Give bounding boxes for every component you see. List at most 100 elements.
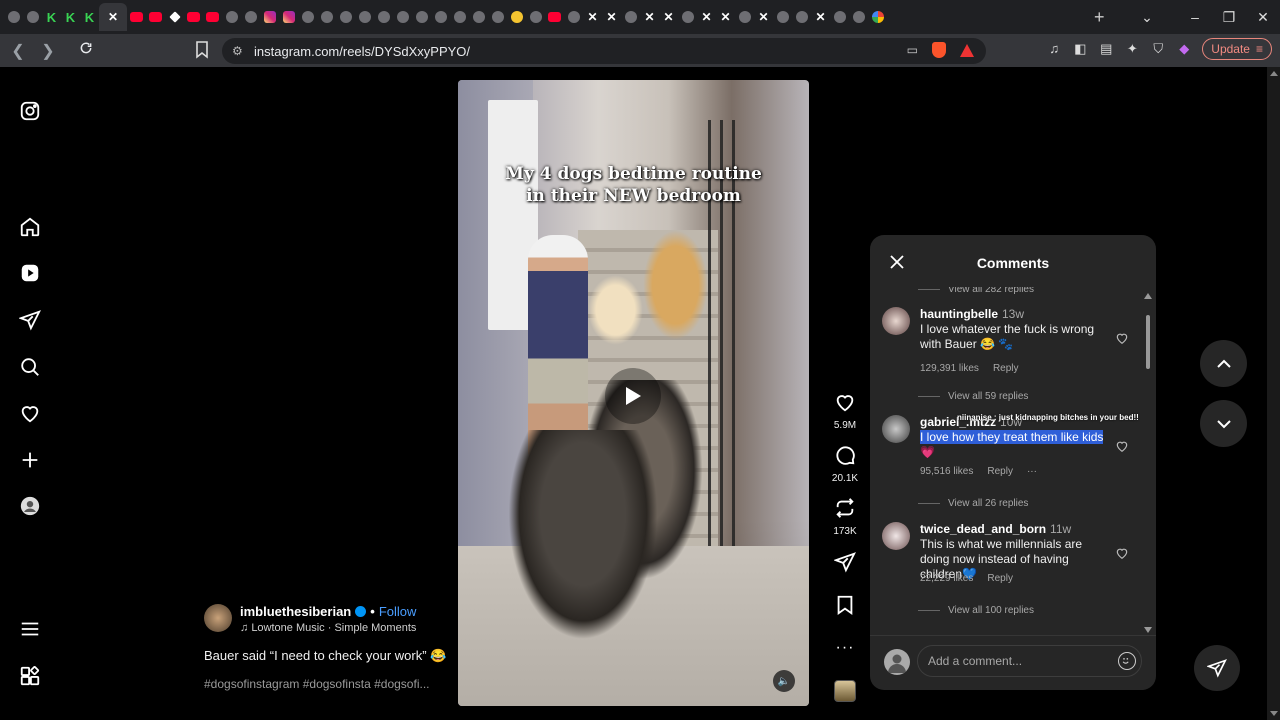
browser-tab[interactable] [773, 3, 792, 31]
browser-tab[interactable] [127, 3, 146, 31]
browser-tab[interactable] [23, 3, 42, 31]
view-replies-link[interactable]: View all 26 replies [918, 498, 1028, 509]
browser-tab[interactable]: K [80, 3, 99, 31]
direct-messages-fab[interactable] [1194, 645, 1240, 691]
comment-likes[interactable]: 129,391 likes [920, 363, 979, 374]
play-button[interactable] [605, 368, 661, 424]
back-button[interactable]: ❮ [6, 41, 30, 61]
browser-tab[interactable] [849, 3, 868, 31]
save-button[interactable] [826, 594, 864, 621]
tab-search-chevron-icon[interactable]: ⌄ [1130, 9, 1164, 26]
browser-tab[interactable] [146, 3, 165, 31]
browser-tab[interactable] [412, 3, 431, 31]
browser-tab[interactable]: ✕ [583, 3, 602, 31]
browser-tab[interactable]: ✕ [640, 3, 659, 31]
brave-shields-icon[interactable] [932, 42, 946, 58]
music-info[interactable]: ♫ Lowtone Music · Simple Moments [240, 622, 416, 634]
forward-button[interactable]: ❯ [36, 41, 60, 61]
scroll-down-arrow-icon[interactable] [1144, 627, 1152, 633]
next-reel-button[interactable] [1200, 400, 1247, 447]
browser-tab[interactable]: ✕ [697, 3, 716, 31]
share-button[interactable] [826, 551, 864, 578]
browser-tab[interactable] [317, 3, 336, 31]
wallet-icon[interactable]: ▤ [1098, 41, 1114, 57]
minimize-button[interactable]: – [1178, 9, 1212, 25]
search-icon[interactable] [18, 355, 42, 379]
reels-icon[interactable] [18, 261, 42, 285]
site-settings-icon[interactable]: ⚙ [232, 44, 250, 58]
author-avatar[interactable] [204, 604, 232, 632]
browser-tab[interactable] [336, 3, 355, 31]
browser-tab[interactable] [450, 3, 469, 31]
messages-icon[interactable] [18, 308, 42, 332]
comment-avatar[interactable] [882, 307, 910, 335]
comment-button[interactable]: 20.1K [826, 444, 864, 484]
cast-icon[interactable]: ▭ [907, 43, 918, 57]
reel-video[interactable]: My 4 dogs bedtime routine in their NEW b… [458, 80, 809, 706]
browser-tab[interactable] [564, 3, 583, 31]
page-scroll-up-icon[interactable] [1270, 71, 1278, 76]
like-button[interactable]: 5.9M [826, 391, 864, 431]
more-options-button[interactable]: ··· [826, 639, 864, 657]
maximize-button[interactable]: ❐ [1212, 9, 1246, 26]
browser-tab[interactable] [545, 3, 564, 31]
comment-avatar[interactable] [882, 415, 910, 443]
comment-like-icon[interactable] [1115, 331, 1129, 345]
mute-button[interactable]: 🔈 [773, 670, 795, 692]
browser-tab[interactable] [279, 3, 298, 31]
scroll-thumb[interactable] [1146, 315, 1150, 369]
browser-tab[interactable] [469, 3, 488, 31]
close-window-button[interactable]: ✕ [1246, 9, 1280, 26]
scroll-up-arrow-icon[interactable] [1144, 293, 1152, 299]
comment-username[interactable]: hauntingbelle [920, 307, 998, 321]
comment-likes[interactable]: 22,229 likes [920, 573, 973, 584]
emoji-picker-icon[interactable] [1118, 652, 1136, 670]
home-icon[interactable] [18, 215, 42, 239]
browser-tab[interactable] [222, 3, 241, 31]
browser-tab[interactable] [4, 3, 23, 31]
previous-reel-button[interactable] [1200, 340, 1247, 387]
browser-tab[interactable] [203, 3, 222, 31]
author-username[interactable]: imbluethesiberian [240, 604, 351, 619]
browser-tab[interactable] [260, 3, 279, 31]
browser-tab[interactable] [431, 3, 450, 31]
repost-button[interactable]: 173K [826, 497, 864, 537]
browser-tab[interactable] [355, 3, 374, 31]
browser-tab[interactable] [526, 3, 545, 31]
new-tab-button[interactable]: + [1094, 7, 1105, 28]
audio-thumbnail[interactable] [834, 680, 856, 702]
view-replies-link[interactable]: View all 59 replies [918, 391, 1028, 402]
browser-tab[interactable]: ✕ [754, 3, 773, 31]
browser-tab[interactable]: ✕ [716, 3, 735, 31]
browser-tab[interactable] [868, 3, 887, 31]
browser-tab[interactable] [678, 3, 697, 31]
browser-tab[interactable] [735, 3, 754, 31]
follow-button[interactable]: Follow [379, 604, 417, 619]
notifications-icon[interactable] [18, 401, 42, 425]
comment-reply-button[interactable]: Reply [987, 466, 1013, 477]
leo-ai-icon[interactable]: ✦ [1124, 41, 1140, 57]
comment-like-icon[interactable] [1115, 439, 1129, 453]
browser-tab[interactable] [621, 3, 640, 31]
sidebar-icon[interactable]: ◧ [1072, 41, 1088, 57]
update-button[interactable]: Update ≡ [1202, 38, 1272, 60]
browser-tab[interactable] [830, 3, 849, 31]
address-bar[interactable]: ⚙ instagram.com/reels/DYSdXxyPPYO/ ▭ [222, 38, 986, 64]
browser-tab[interactable] [165, 3, 184, 31]
comment-like-icon[interactable] [1115, 546, 1129, 560]
browser-tab[interactable] [298, 3, 317, 31]
brave-rewards-icon[interactable] [960, 43, 974, 57]
browser-tab[interactable] [488, 3, 507, 31]
reel-hashtags[interactable]: #dogsofinstagram #dogsofinsta #dogsofi..… [204, 677, 429, 691]
add-comment-input[interactable]: Add a comment... [917, 645, 1142, 677]
comment-reply-button[interactable]: Reply [993, 363, 1019, 374]
reload-button[interactable] [74, 41, 98, 60]
browser-tab[interactable] [792, 3, 811, 31]
view-replies-link[interactable]: View all 282 replies [918, 287, 1034, 295]
instagram-logo-icon[interactable] [18, 99, 42, 123]
browser-tab[interactable]: ✕ [659, 3, 678, 31]
browser-tab[interactable]: ✕ [602, 3, 621, 31]
browser-tab[interactable] [374, 3, 393, 31]
comment-avatar[interactable] [882, 522, 910, 550]
browser-tab[interactable] [241, 3, 260, 31]
